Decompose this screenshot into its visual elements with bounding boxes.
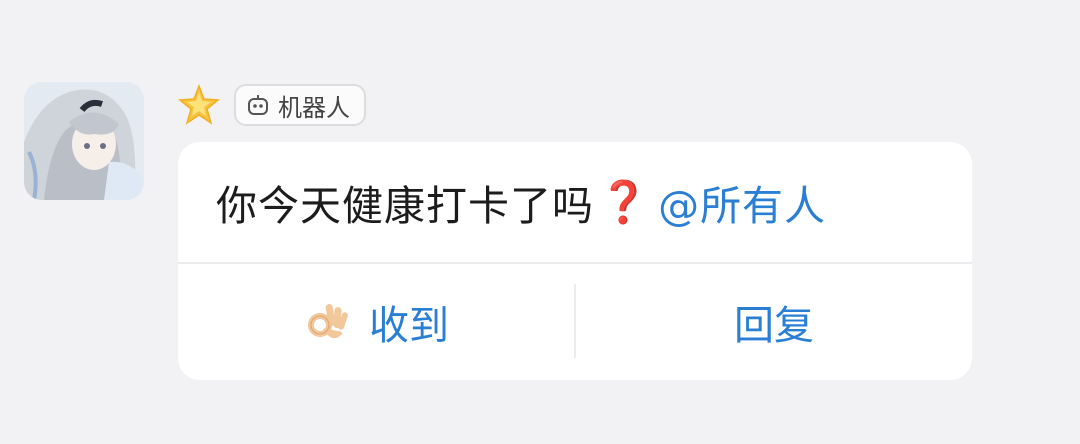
question-mark-emoji: ❓ xyxy=(598,177,651,226)
avatar[interactable] xyxy=(24,82,144,200)
ack-button-label: 收到 xyxy=(369,303,449,349)
message-card: 你今天健康打卡了吗 ❓ @所有人 收到 回复 xyxy=(178,142,972,380)
action-bar: 收到 回复 xyxy=(178,264,972,380)
robot-icon xyxy=(248,95,268,115)
mention-all-link[interactable]: @所有人 xyxy=(658,172,826,232)
reply-button[interactable]: 回复 xyxy=(576,264,972,380)
bot-tag-label: 机器人 xyxy=(278,93,350,122)
message-text: 你今天健康打卡了吗 ❓ @所有人 xyxy=(216,142,826,262)
message-body: 你今天健康打卡了吗 xyxy=(216,182,594,230)
star-icon xyxy=(178,84,220,125)
reply-button-label: 回复 xyxy=(734,303,814,349)
ack-button[interactable]: 收到 xyxy=(178,264,574,380)
bot-tag: 机器人 xyxy=(234,84,366,126)
sender-row: 机器人 xyxy=(178,82,366,128)
avatar-image xyxy=(24,82,144,200)
ok-hand-icon xyxy=(308,304,348,339)
